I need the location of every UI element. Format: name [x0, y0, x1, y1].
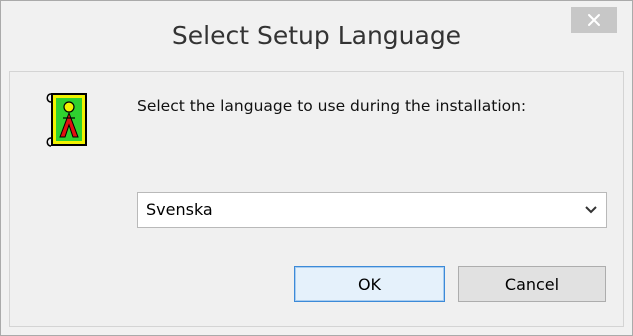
setup-language-dialog: Select Setup Language Select the languag… — [0, 0, 633, 336]
setup-wizard-icon — [46, 93, 87, 147]
language-select-value: Svenska — [146, 200, 213, 219]
instruction-text: Select the language to use during the in… — [137, 97, 527, 115]
chevron-down-icon — [585, 206, 597, 214]
window-title: Select Setup Language — [171, 21, 462, 50]
ok-button[interactable]: OK — [294, 266, 445, 302]
cancel-button[interactable]: Cancel — [458, 266, 606, 302]
close-button[interactable] — [571, 7, 617, 33]
close-icon — [588, 14, 600, 26]
dialog-body: Select the language to use during the in… — [9, 71, 624, 327]
title-bar[interactable]: Select Setup Language — [1, 1, 632, 71]
language-select[interactable]: Svenska — [137, 192, 607, 228]
